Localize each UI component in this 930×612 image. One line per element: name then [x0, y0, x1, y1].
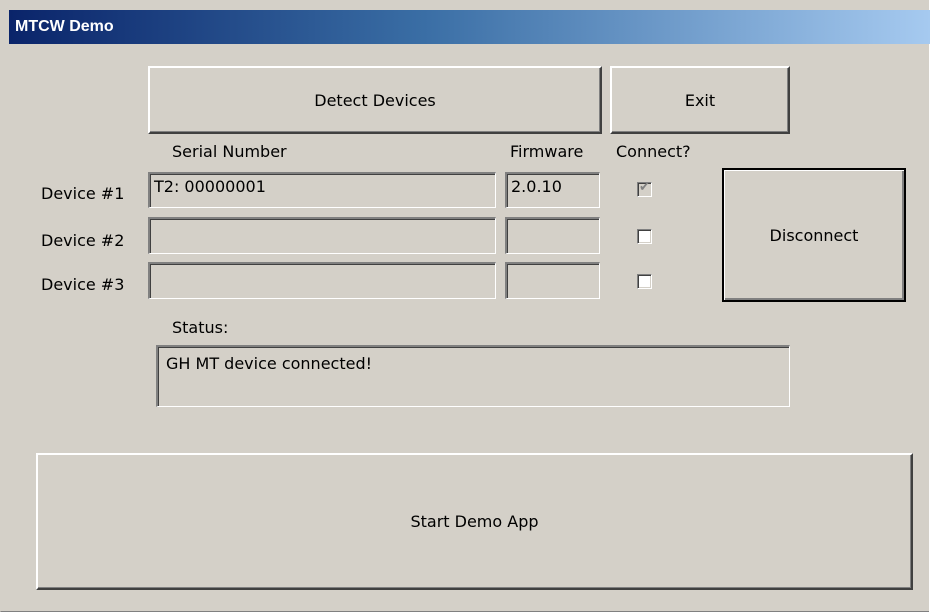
connect-header: Connect? [616, 142, 691, 161]
detect-devices-button[interactable]: Detect Devices [148, 66, 602, 134]
start-demo-app-button[interactable]: Start Demo App [36, 453, 913, 590]
device-3-connect-checkbox[interactable] [637, 274, 652, 289]
device-3-serial-field[interactable] [148, 262, 496, 299]
checkmark-icon: ✔ [639, 180, 650, 195]
serial-number-header: Serial Number [172, 142, 287, 161]
status-text-box: GH MT device connected! [156, 345, 790, 407]
firmware-header: Firmware [510, 142, 584, 161]
device-2-connect-checkbox[interactable] [637, 229, 652, 244]
device-3-firmware-field[interactable] [505, 262, 600, 299]
device-2-firmware-field[interactable] [505, 217, 600, 254]
device-2-label: Device #2 [41, 231, 125, 250]
title-bar[interactable]: MTCW Demo [9, 10, 930, 44]
device-1-connect-checkbox[interactable]: ✔ [637, 180, 652, 197]
device-1-label: Device #1 [41, 184, 125, 203]
window-title: MTCW Demo [15, 18, 114, 35]
device-1-firmware-field[interactable]: 2.0.10 [505, 172, 600, 208]
status-label: Status: [172, 318, 229, 337]
device-3-label: Device #3 [41, 275, 125, 294]
device-1-serial-field[interactable]: T2: 00000001 [148, 172, 496, 208]
disconnect-button[interactable]: Disconnect [722, 168, 906, 302]
exit-button[interactable]: Exit [610, 66, 790, 134]
device-2-serial-field[interactable] [148, 217, 496, 254]
